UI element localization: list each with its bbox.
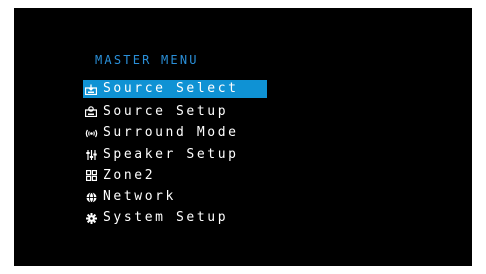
menu-item-label: Network	[103, 189, 176, 205]
menu-item-label: Source Select	[103, 81, 239, 96]
menu-item-zone2[interactable]: Zone2	[83, 165, 267, 186]
menu-item-surround-mode[interactable]: Surround Mode	[83, 123, 267, 144]
source-setup-icon	[84, 105, 98, 119]
menu-item-system-setup[interactable]: System Setup	[83, 208, 267, 229]
menu-item-label: Source Setup	[103, 103, 229, 119]
menu-item-speaker-setup[interactable]: Speaker Setup	[83, 144, 267, 165]
menu-item-network[interactable]: Network	[83, 186, 267, 207]
menu-item-label: Speaker Setup	[103, 146, 239, 162]
menu-item-label: Surround Mode	[103, 125, 239, 141]
master-menu-list: Source Select Source Setup Surround Mode…	[83, 80, 267, 229]
zone2-icon	[84, 169, 98, 183]
menu-item-source-select[interactable]: Source Select	[83, 80, 267, 98]
menu-item-source-setup[interactable]: Source Setup	[83, 101, 267, 122]
menu-item-label: Zone2	[103, 167, 156, 183]
osd-screen: MASTER MENU Source Select Source Setup S…	[14, 8, 472, 266]
source-select-icon	[84, 82, 98, 96]
speaker-setup-icon	[84, 148, 98, 162]
menu-item-label: System Setup	[103, 210, 229, 226]
surround-mode-icon	[84, 126, 98, 140]
gear-icon	[84, 211, 98, 225]
network-icon	[84, 190, 98, 204]
menu-title: MASTER MENU	[95, 53, 199, 67]
